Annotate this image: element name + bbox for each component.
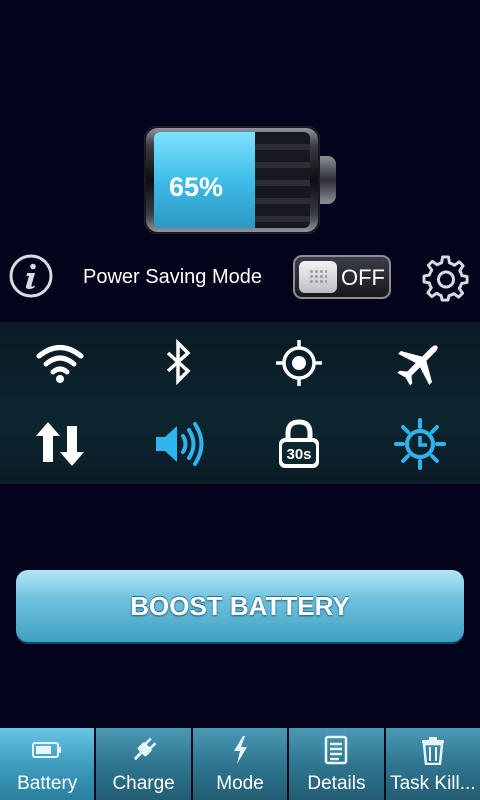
battery-body: 65% bbox=[154, 132, 310, 228]
gps-icon[interactable] bbox=[273, 337, 325, 389]
wifi-icon[interactable] bbox=[34, 337, 86, 389]
boost-battery-label: BOOST BATTERY bbox=[130, 591, 350, 621]
mobile-data-icon[interactable] bbox=[34, 418, 86, 470]
trash-icon bbox=[418, 735, 448, 766]
airplane-icon[interactable] bbox=[394, 337, 446, 389]
power-saving-label: Power Saving Mode bbox=[83, 266, 262, 288]
tab-details[interactable]: Details bbox=[289, 728, 384, 800]
toggle-knob bbox=[299, 261, 337, 293]
quick-toggle-panel: 30s bbox=[0, 322, 480, 484]
tab-mode[interactable]: Mode bbox=[192, 728, 288, 800]
brightness-auto-icon[interactable] bbox=[394, 418, 446, 470]
toggle-state-label: OFF bbox=[341, 265, 385, 290]
boost-battery-button[interactable]: BOOST BATTERY bbox=[16, 570, 464, 642]
lightning-icon bbox=[225, 735, 255, 765]
tab-task-killer[interactable]: Task Kill... bbox=[385, 728, 480, 800]
gear-icon[interactable] bbox=[422, 255, 470, 303]
bottom-tab-bar: Battery Charge Mode Details Task Kill... bbox=[0, 728, 480, 800]
speaker-icon[interactable] bbox=[152, 418, 204, 470]
info-icon[interactable] bbox=[8, 253, 54, 299]
tab-battery[interactable]: Battery bbox=[0, 728, 95, 800]
plug-icon bbox=[129, 735, 159, 765]
tab-charge[interactable]: Charge bbox=[96, 728, 191, 800]
power-saving-toggle[interactable]: OFF bbox=[293, 255, 391, 299]
tab-label: Mode bbox=[216, 773, 264, 794]
timeout-label: 30s bbox=[286, 446, 311, 463]
battery-icon bbox=[32, 735, 62, 765]
details-icon bbox=[321, 735, 351, 765]
battery-graphic: 65% bbox=[144, 126, 320, 234]
battery-terminal bbox=[320, 156, 336, 204]
tab-label: Details bbox=[307, 773, 366, 794]
battery-percent: 65% bbox=[169, 172, 224, 202]
bluetooth-icon[interactable] bbox=[152, 337, 204, 389]
lock-timeout-icon[interactable]: 30s bbox=[273, 418, 325, 470]
tab-label: Task Kill... bbox=[390, 773, 476, 794]
tab-label: Charge bbox=[112, 773, 175, 794]
tab-label: Battery bbox=[17, 773, 78, 794]
